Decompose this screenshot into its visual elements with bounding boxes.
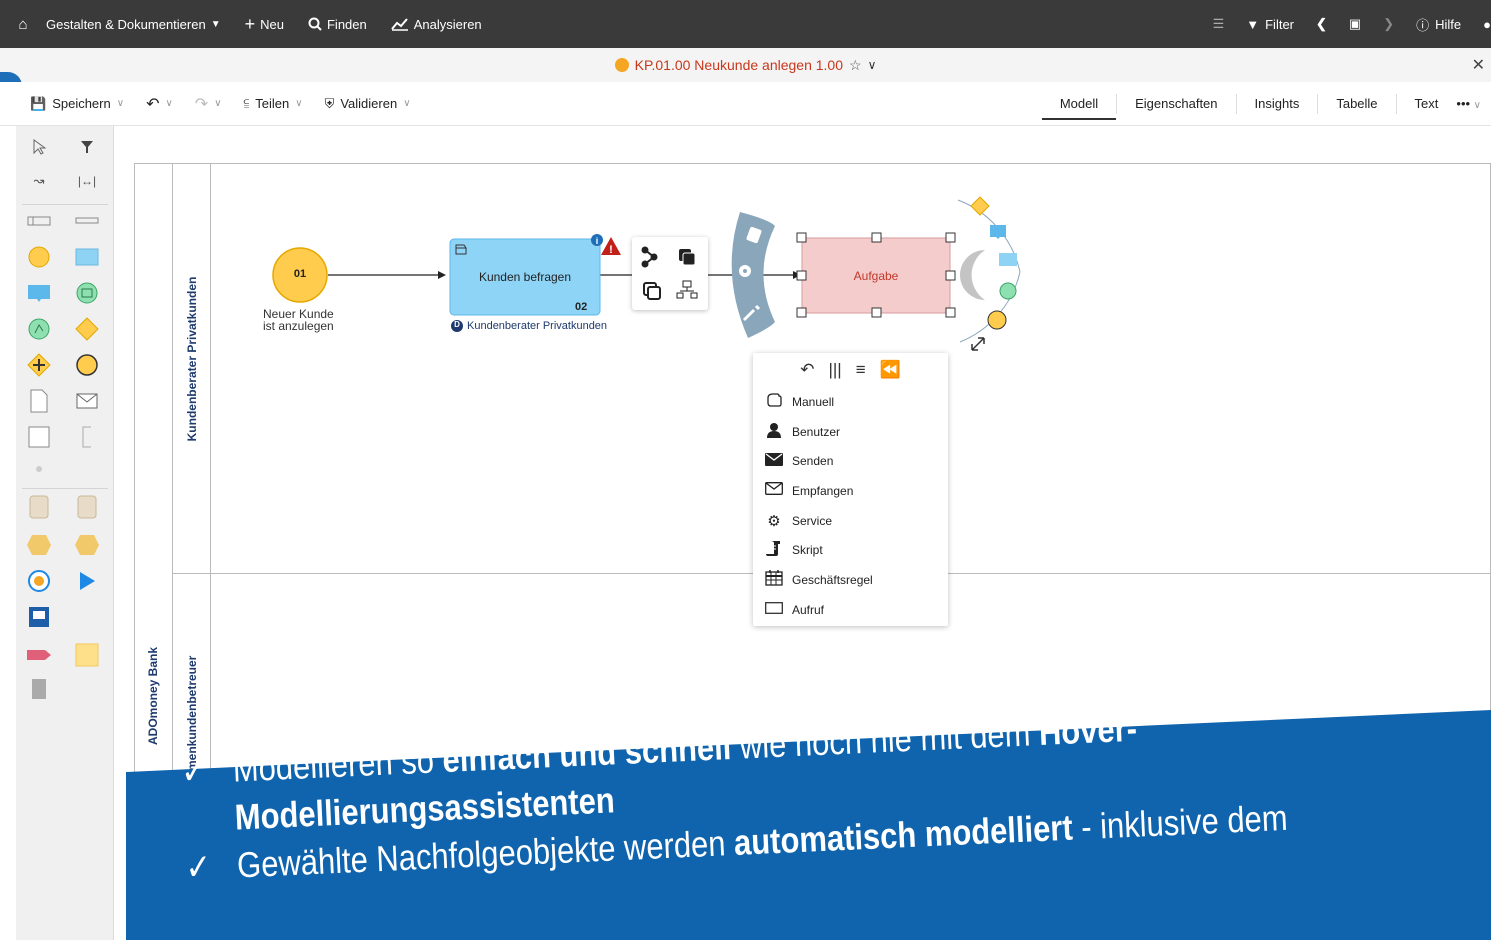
loop-icon[interactable]: ↶: [800, 360, 814, 380]
sequential-multi-instance-icon[interactable]: ≡: [856, 360, 866, 380]
envelope-outline-icon: [764, 482, 784, 499]
successor-subprocess-icon[interactable]: [990, 225, 1006, 239]
hand-icon: [764, 393, 784, 411]
menu-item-manuell[interactable]: Manuell: [753, 387, 948, 417]
arrow-head-icon: [438, 271, 446, 279]
task-type-menu: ↶ ||| ≡ ⏪ Manuell Benutzer Senden Empfan…: [753, 353, 948, 626]
menu-item-label: Aufruf: [792, 602, 825, 617]
script-icon: [764, 540, 784, 560]
menu-item-label: Skript: [792, 543, 823, 558]
dot: [979, 280, 983, 284]
menu-item-label: Geschäftsregel: [792, 572, 873, 587]
menu-item-geschaeftsregel[interactable]: Geschäftsregel: [753, 565, 948, 595]
successor-end-event-icon[interactable]: [987, 310, 1007, 330]
share-icon[interactable]: [641, 246, 658, 268]
dot: [979, 273, 983, 277]
menu-item-service[interactable]: ⚙ Service: [753, 506, 948, 536]
gears-icon: ⚙: [767, 512, 781, 530]
banner-bold-segment: einfach und schnell: [441, 726, 733, 781]
copy-icon[interactable]: [643, 282, 661, 300]
hover-quick-menu-icons: [641, 246, 698, 300]
rectangle-icon: [764, 601, 784, 618]
info-glyph: i: [596, 236, 599, 246]
menu-item-aufruf[interactable]: Aufruf: [753, 595, 948, 625]
parallel-multi-instance-icon[interactable]: |||: [828, 360, 841, 380]
menu-item-label: Benutzer: [792, 424, 841, 439]
gear-center: [743, 269, 747, 273]
warning-glyph: !: [609, 244, 613, 256]
checkmark-icon: ✓: [180, 749, 208, 792]
envelope-filled-icon: [764, 452, 784, 470]
user-icon: [764, 422, 784, 442]
successor-task-icon[interactable]: [999, 253, 1017, 266]
hover-quick-menu: [632, 237, 708, 310]
task-1-performer[interactable]: Kundenberater Privatkunden: [467, 320, 607, 332]
dot: [979, 266, 983, 270]
banner-text-segment: Modellieren so: [231, 739, 444, 790]
duplicate-icon[interactable]: [679, 249, 696, 266]
resize-icon[interactable]: [971, 337, 985, 351]
sitemap-icon[interactable]: [676, 280, 698, 299]
banner-text-segment: - inklusive dem: [1071, 796, 1289, 848]
performer-badge-letter: D: [454, 320, 460, 329]
menu-item-empfangen[interactable]: Empfangen: [753, 476, 948, 506]
menu-item-benutzer[interactable]: Benutzer: [753, 417, 948, 447]
calendar-table-icon: [764, 569, 784, 590]
start-event-label: Neuer Kunde ist anzulegen: [263, 308, 334, 332]
menu-item-label: Empfangen: [792, 483, 854, 498]
task-type-menu-header: ↶ ||| ≡ ⏪: [753, 353, 948, 387]
menu-item-label: Senden: [792, 454, 834, 469]
menu-item-label: Service: [792, 513, 833, 528]
start-event-label-line-2: ist anzulegen: [263, 319, 334, 333]
checkmark-icon: ✓: [184, 845, 213, 888]
task-1-number: 02: [575, 301, 588, 313]
banner-bold-segment: Hover-: [1037, 707, 1138, 754]
successor-message-event-icon[interactable]: [999, 282, 1017, 300]
task-1-name: Kunden befragen: [478, 270, 572, 284]
compensation-icon[interactable]: ⏪: [880, 360, 901, 380]
successor-gateway-icon[interactable]: [970, 196, 990, 216]
start-event-number: 01: [293, 268, 307, 280]
menu-item-skript[interactable]: Skript: [753, 535, 948, 565]
banner-text-segment: wie noch nie mit dem: [730, 712, 1040, 767]
menu-item-senden[interactable]: Senden: [753, 446, 948, 476]
menu-item-label: Manuell: [792, 394, 835, 409]
task-2-name: Aufgabe: [853, 269, 899, 283]
